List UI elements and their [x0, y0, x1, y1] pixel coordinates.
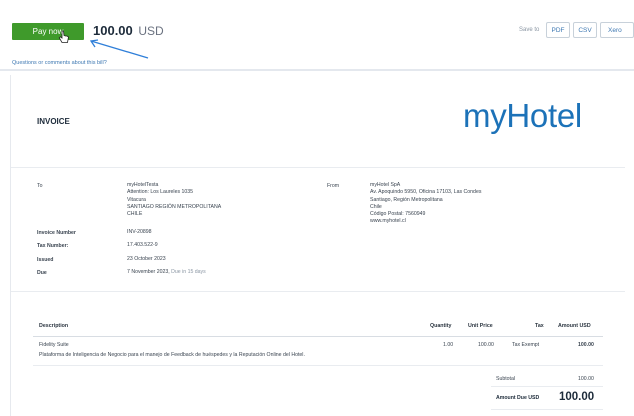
- header-amount: Amount USD: [558, 323, 591, 329]
- top-divider: [0, 69, 634, 71]
- subtotal-label: Subtotal: [496, 376, 516, 382]
- save-to-label: Save to: [519, 27, 540, 33]
- from-line: Av. Apoquindo 5950, Oficina 17103, Las C…: [370, 189, 482, 196]
- save-pdf-button[interactable]: PDF: [546, 22, 570, 38]
- tax-number-label: Tax Number:: [37, 243, 69, 249]
- save-csv-button[interactable]: CSV: [573, 22, 597, 38]
- questions-link[interactable]: Questions or comments about this bill?: [12, 60, 107, 66]
- issued-label: Issued: [37, 257, 54, 263]
- table-row-separator: [33, 365, 603, 366]
- due-date: 7 November 2023,: [127, 269, 170, 275]
- pay-now-button[interactable]: Pay now: [12, 23, 84, 40]
- from-line: Santiago, Región Metropolitana: [370, 196, 443, 203]
- item-title: Fidelity Suite: [39, 342, 69, 348]
- to-label: To: [37, 183, 43, 189]
- invoice-number-value: INV-20898: [127, 229, 152, 235]
- from-line: Chile: [370, 203, 382, 210]
- to-line: myHotelTesta: [127, 182, 159, 188]
- amount-due-value: 100.00: [559, 391, 595, 403]
- header-description: Description: [39, 323, 69, 329]
- item-quantity: 1.00: [443, 342, 454, 348]
- issued-value: 23 October 2023: [127, 256, 166, 262]
- amount-due-header: 100.00 USD: [93, 23, 164, 38]
- due-note: Due in 15 days: [171, 269, 206, 275]
- subtotal-separator: [491, 386, 603, 387]
- header-unit-price: Unit Price: [468, 323, 493, 329]
- item-amount: 100.00: [578, 342, 594, 348]
- amount-due-label: Amount Due USD: [496, 395, 540, 401]
- top-bar: Pay now 100.00 USD Save to PDF CSV Xero: [0, 0, 634, 59]
- from-line: myHotel SpA: [370, 182, 401, 188]
- total-separator: [491, 409, 603, 410]
- table-header-separator: [33, 336, 603, 337]
- tax-number-value: 17.403.522-9: [127, 242, 158, 248]
- amount-value: 100.00: [93, 23, 133, 38]
- to-line: SANTIAGO REGIÓN METROPOLITANA: [127, 203, 222, 210]
- item-unit-price: 100.00: [478, 342, 494, 348]
- header-tax: Tax: [535, 323, 544, 329]
- hand-cursor-icon: [58, 30, 69, 43]
- to-address: myHotelTesta Attention: Los Laureles 103…: [127, 182, 221, 218]
- header-separator: [11, 167, 625, 168]
- myhotel-logo: myHotel: [463, 97, 582, 134]
- header-quantity: Quantity: [430, 323, 452, 329]
- item-tax: Tax Exempt: [512, 342, 540, 348]
- to-line: Vitacura: [127, 196, 146, 203]
- amount-currency: USD: [138, 24, 164, 38]
- from-label: From: [327, 183, 340, 189]
- due-value: 7 November 2023, Due in 15 days: [127, 269, 206, 276]
- annotation-arrow-icon: [89, 39, 149, 59]
- due-label: Due: [37, 270, 47, 276]
- from-address: myHotel SpA Av. Apoquindo 5950, Oficina …: [370, 182, 481, 226]
- to-line: Attention: Los Laureles 1035: [127, 189, 194, 196]
- save-xero-button[interactable]: Xero: [600, 22, 634, 38]
- invoice-document: INVOICE myHotel To myHotelTesta Attentio…: [10, 75, 625, 416]
- details-separator: [11, 291, 625, 292]
- item-detail: Plataforma de Inteligencia de Negocio pa…: [39, 352, 305, 358]
- invoice-number-label: Invoice Number: [37, 230, 76, 236]
- invoice-title: INVOICE: [37, 117, 70, 126]
- to-line: CHILE: [127, 211, 143, 218]
- from-line: Código Postal: 7560949: [370, 211, 426, 218]
- subtotal-value: 100.00: [578, 376, 594, 382]
- from-line: www.myhotel.cl: [370, 218, 406, 225]
